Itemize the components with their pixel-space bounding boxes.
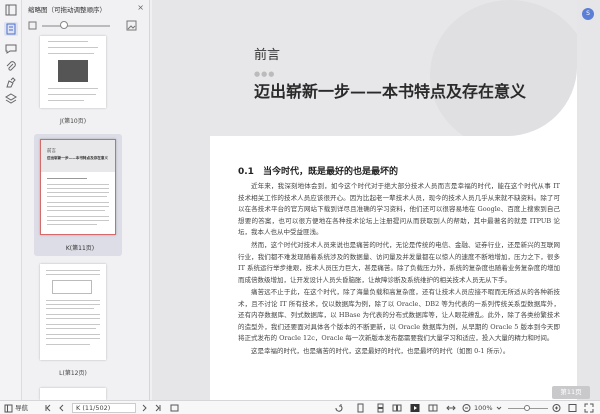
thumbnail-label: J(第10页) [59,118,87,125]
play-icon[interactable] [410,403,420,413]
paragraph: 然而，这个时代对技术人员来说也是痛苦的时代，无论是传统的电信、金融、证券行业，还… [238,241,560,284]
fit-page-icon[interactable] [568,403,577,413]
first-page-icon[interactable] [44,403,52,413]
page-thumbnail-k[interactable]: 前言 迈出崭新一步——本书特点及存在意义 [40,139,116,235]
page-thumbnail-l[interactable] [40,264,106,360]
document-page: 前言 ●●● 迈出崭新一步——本书特点及存在意义 0.1 当今时代，既是最好的也… [210,0,577,400]
thumbnail-size-slider[interactable] [42,25,110,27]
signature-icon[interactable] [4,76,18,90]
navigation-toggle[interactable]: 导航 [4,403,28,413]
figure-image [52,280,92,294]
paragraph: 近年来，我深刻地体会到，如今这个时代对于绝大部分技术人员而言是幸福的时代，能在这… [238,182,560,237]
zoom-level[interactable]: 100% [474,403,493,413]
layers-icon[interactable] [4,92,18,106]
large-image-icon[interactable] [126,20,137,31]
pdf-reader-window: 缩略图（可拖动调整顺序） × J(第10页) 前言 迈出崭新一步——本书特点及存… [0,0,600,414]
zoom-dropdown-icon[interactable] [496,403,502,413]
comment-icon[interactable] [4,42,18,56]
attachment-icon[interactable] [4,60,18,74]
page-thumbnail-j[interactable] [40,36,106,108]
thumbnail-panel: 缩略图（可拖动调整顺序） × J(第10页) 前言 迈出崭新一步——本书特点及存… [22,0,150,400]
thumbnail-panel-title: 缩略图（可拖动调整顺序） [28,6,106,14]
document-view[interactable]: 前言 ●●● 迈出崭新一步——本书特点及存在意义 0.1 当今时代，既是最好的也… [152,0,600,400]
rotate-icon[interactable] [334,403,344,413]
prev-page-icon[interactable] [58,403,66,413]
figure-image [58,60,88,82]
chapter-header-band [210,0,577,136]
paragraph: 这是幸福的时代，也是痛苦的时代，这是最好的时代，也是最坏的时代（如图 0-1 所… [251,347,510,355]
user-avatar[interactable]: S [582,8,594,20]
thumbnail-label: K(第11页) [65,245,95,252]
last-page-icon[interactable] [154,403,162,413]
thumbnail-size-control [28,20,144,32]
thumbnail-preface: 前言 [47,149,56,154]
thumbnail-label: L(第12页) [59,370,87,377]
zoom-out-icon[interactable] [462,403,471,413]
page-thumbnail-m[interactable] [40,388,106,400]
left-tool-rail [0,0,22,400]
slider-knob[interactable] [60,21,68,29]
jump-icon[interactable] [170,403,179,413]
close-panel-icon[interactable]: × [137,3,144,12]
single-page-icon[interactable] [356,403,365,413]
reading-mode-icon[interactable] [428,403,438,413]
zoom-in-icon[interactable] [552,403,561,413]
bottom-toolbar: 导航 K (11/502) 100% [0,400,600,414]
next-page-icon[interactable] [140,403,148,413]
page-number-input[interactable]: K (11/502) [72,403,136,413]
collapse-panel-icon[interactable] [4,3,18,17]
thumbnail-title: 迈出崭新一步——本书特点及存在意义 [47,156,109,160]
fullscreen-icon[interactable] [584,403,594,413]
page-number-button[interactable]: 第11页 [552,386,590,399]
small-image-icon[interactable] [28,21,37,30]
continuous-page-icon[interactable] [376,403,385,413]
navigation-icon [4,404,13,412]
zoom-slider-knob[interactable] [524,405,530,411]
chapter-title: 迈出崭新一步——本书特点及存在意义 [254,82,527,101]
thumbnail-view-icon[interactable] [4,22,18,36]
section-heading: 0.1 当今时代，既是最好的也是最坏的 [238,167,398,177]
two-page-icon[interactable] [392,403,402,413]
navigation-label: 导航 [15,404,29,412]
decorative-dots: ●●● [254,70,276,78]
preface-heading: 前言 [254,48,281,63]
fit-width-icon[interactable] [446,403,456,413]
paragraph: 痛苦远不止于此，在这个时代，除了海量负载和高复杂度，还有让技术人员应接不暇而无所… [238,288,560,343]
